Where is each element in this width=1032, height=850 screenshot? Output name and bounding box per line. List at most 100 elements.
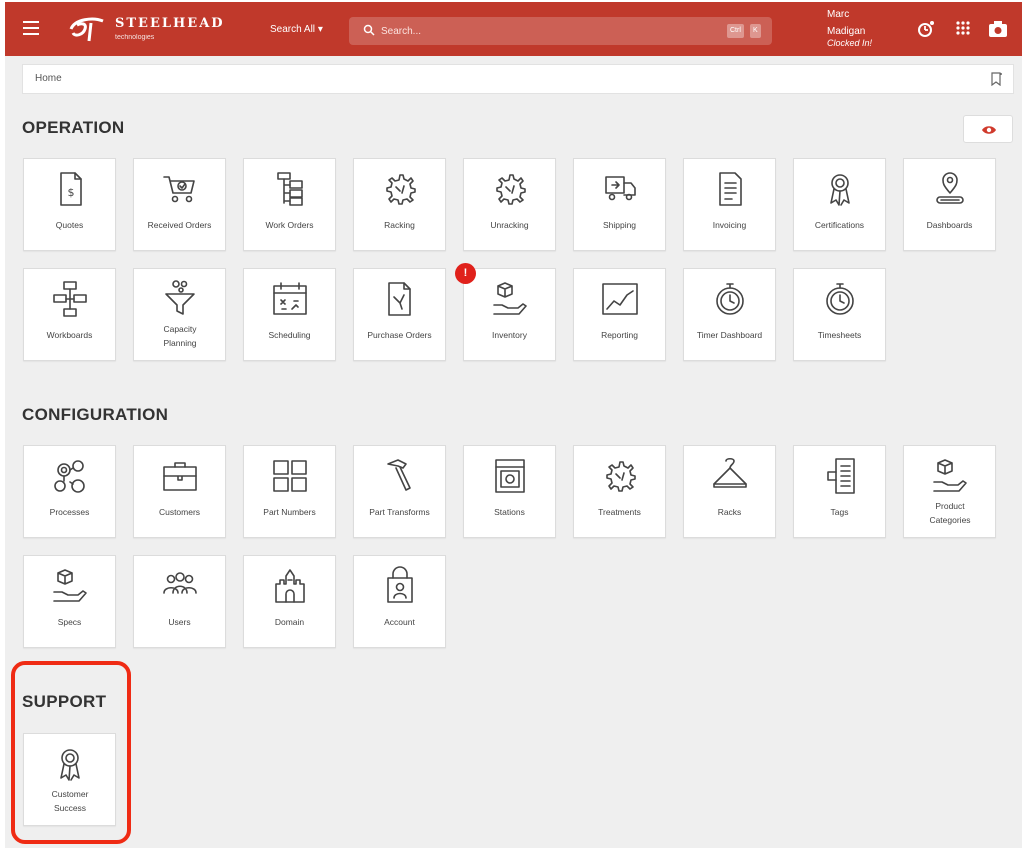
tile-work-orders[interactable]: Work Orders [243, 158, 336, 251]
award-icon [24, 744, 115, 786]
tile-stations[interactable]: Stations [463, 445, 556, 538]
search-scope-label: Search All [270, 24, 316, 35]
tile-purchase-orders[interactable]: Purchase Orders [353, 268, 446, 361]
tile-part-numbers[interactable]: Part Numbers [243, 445, 336, 538]
tile-label: Workboards [46, 330, 93, 340]
tile-label: Product Categories [929, 501, 971, 525]
tile-label: Racking [384, 220, 415, 230]
tile-unracking[interactable]: Unracking [463, 158, 556, 251]
breadcrumb-home[interactable]: Home [35, 73, 62, 84]
page-background [5, 2, 1022, 848]
camera-icon[interactable] [988, 20, 1008, 38]
tile-label: Part Transforms [369, 507, 430, 517]
visibility-toggle-button[interactable] [963, 115, 1013, 143]
dialpad-icon[interactable] [955, 20, 971, 38]
users-icon [134, 566, 225, 608]
tile-label: Stations [494, 507, 525, 517]
tile-label: Treatments [598, 507, 641, 517]
document-arrows-icon [354, 279, 445, 321]
tile-dashboards[interactable]: Dashboards [903, 158, 996, 251]
tile-part-transforms[interactable]: Part Transforms [353, 445, 446, 538]
kbd-ctrl-hint: Ctrl [727, 24, 744, 38]
tile-label: Customers [158, 507, 201, 517]
flowchart-icon [24, 279, 115, 321]
clock-status: Clocked In! [827, 38, 873, 48]
search-box: Ctrl K [349, 17, 772, 45]
hammer-icon [354, 456, 445, 498]
section-title-support: SUPPORT [22, 692, 107, 711]
kbd-k-hint: K [750, 24, 761, 38]
tile-timer-dashboard[interactable]: Timer Dashboard [683, 268, 776, 361]
steelhead-logo-icon[interactable] [67, 15, 107, 43]
tile-timesheets[interactable]: Timesheets [793, 268, 886, 361]
tile-treatments[interactable]: Treatments [573, 445, 666, 538]
account-icon [354, 566, 445, 608]
user-menu[interactable]: Marc Madigan Clocked In! [827, 6, 872, 52]
tile-racks[interactable]: Racks [683, 445, 776, 538]
gears-icon [24, 456, 115, 498]
tile-domain[interactable]: Domain [243, 555, 336, 648]
tile-label: Timesheets [817, 330, 862, 340]
search-input[interactable] [381, 21, 711, 41]
tile-racking[interactable]: Racking [353, 158, 446, 251]
tile-processes[interactable]: Processes [23, 445, 116, 538]
tile-tags[interactable]: Tags [793, 445, 886, 538]
tile-label: Work Orders [265, 220, 314, 230]
tile-received-orders[interactable]: Received Orders [133, 158, 226, 251]
search-icon [363, 24, 375, 36]
tile-label: Domain [274, 617, 305, 627]
tile-label: Users [168, 617, 191, 627]
tile-product-categories[interactable]: Product Categories [903, 445, 996, 538]
calendar-icon [244, 279, 335, 321]
award-icon [794, 169, 885, 211]
hand-box-icon [24, 566, 115, 608]
tile-label: Purchase Orders [367, 330, 432, 340]
section-title-configuration: CONFIGURATION [22, 405, 169, 424]
truck-icon [574, 169, 665, 211]
tile-scheduling[interactable]: Scheduling [243, 268, 336, 361]
hanger-icon [684, 456, 775, 498]
tile-workboards[interactable]: Workboards [23, 268, 116, 361]
tile-certifications[interactable]: Certifications [793, 158, 886, 251]
gear-icon [354, 169, 445, 211]
tile-label: Specs [57, 617, 82, 627]
tile-users[interactable]: Users [133, 555, 226, 648]
tile-specs[interactable]: Specs [23, 555, 116, 648]
svg-text:$: $ [67, 186, 74, 199]
search-scope-dropdown[interactable]: Search All ▾ [270, 24, 323, 35]
tile-label: Inventory [492, 330, 527, 340]
tile-customers[interactable]: Customers [133, 445, 226, 538]
tile-label: Scheduling [268, 330, 311, 340]
hand-box-icon [904, 456, 995, 498]
tile-quotes[interactable]: $ Quotes [23, 158, 116, 251]
timer-icon[interactable] [917, 20, 935, 38]
tile-label: Capacity Planning [163, 324, 197, 348]
inventory-alert-badge: ! [455, 263, 476, 284]
hierarchy-icon [244, 169, 335, 211]
tile-capacity-planning[interactable]: Capacity Planning [133, 268, 226, 361]
stopwatch-icon [684, 279, 775, 321]
line-chart-icon [574, 279, 665, 321]
tile-label: Processes [49, 507, 90, 517]
tile-reporting[interactable]: Reporting [573, 268, 666, 361]
tile-label: Dashboards [926, 220, 973, 230]
chevron-down-icon: ▾ [317, 24, 323, 35]
menu-icon[interactable] [23, 21, 39, 35]
invoice-icon [684, 169, 775, 211]
tile-label: Received Orders [147, 220, 212, 230]
tile-account[interactable]: Account [353, 555, 446, 648]
tile-inventory[interactable]: Inventory [463, 268, 556, 361]
tile-shipping[interactable]: Shipping [573, 158, 666, 251]
brand-name: STEELHEAD [115, 16, 225, 31]
tile-label: Reporting [601, 330, 638, 340]
tile-customer-success[interactable]: Customer Success [23, 733, 116, 826]
stopwatch-icon [794, 279, 885, 321]
grid-icon [244, 456, 335, 498]
shopping-cart-icon [134, 169, 225, 211]
tile-label: Customer Success [51, 789, 89, 813]
tile-invoicing[interactable]: Invoicing [683, 158, 776, 251]
bookmark-add-icon[interactable] [991, 72, 1003, 86]
castle-icon [244, 566, 335, 608]
tile-label: Tags [830, 507, 849, 517]
tile-label: Certifications [814, 220, 865, 230]
